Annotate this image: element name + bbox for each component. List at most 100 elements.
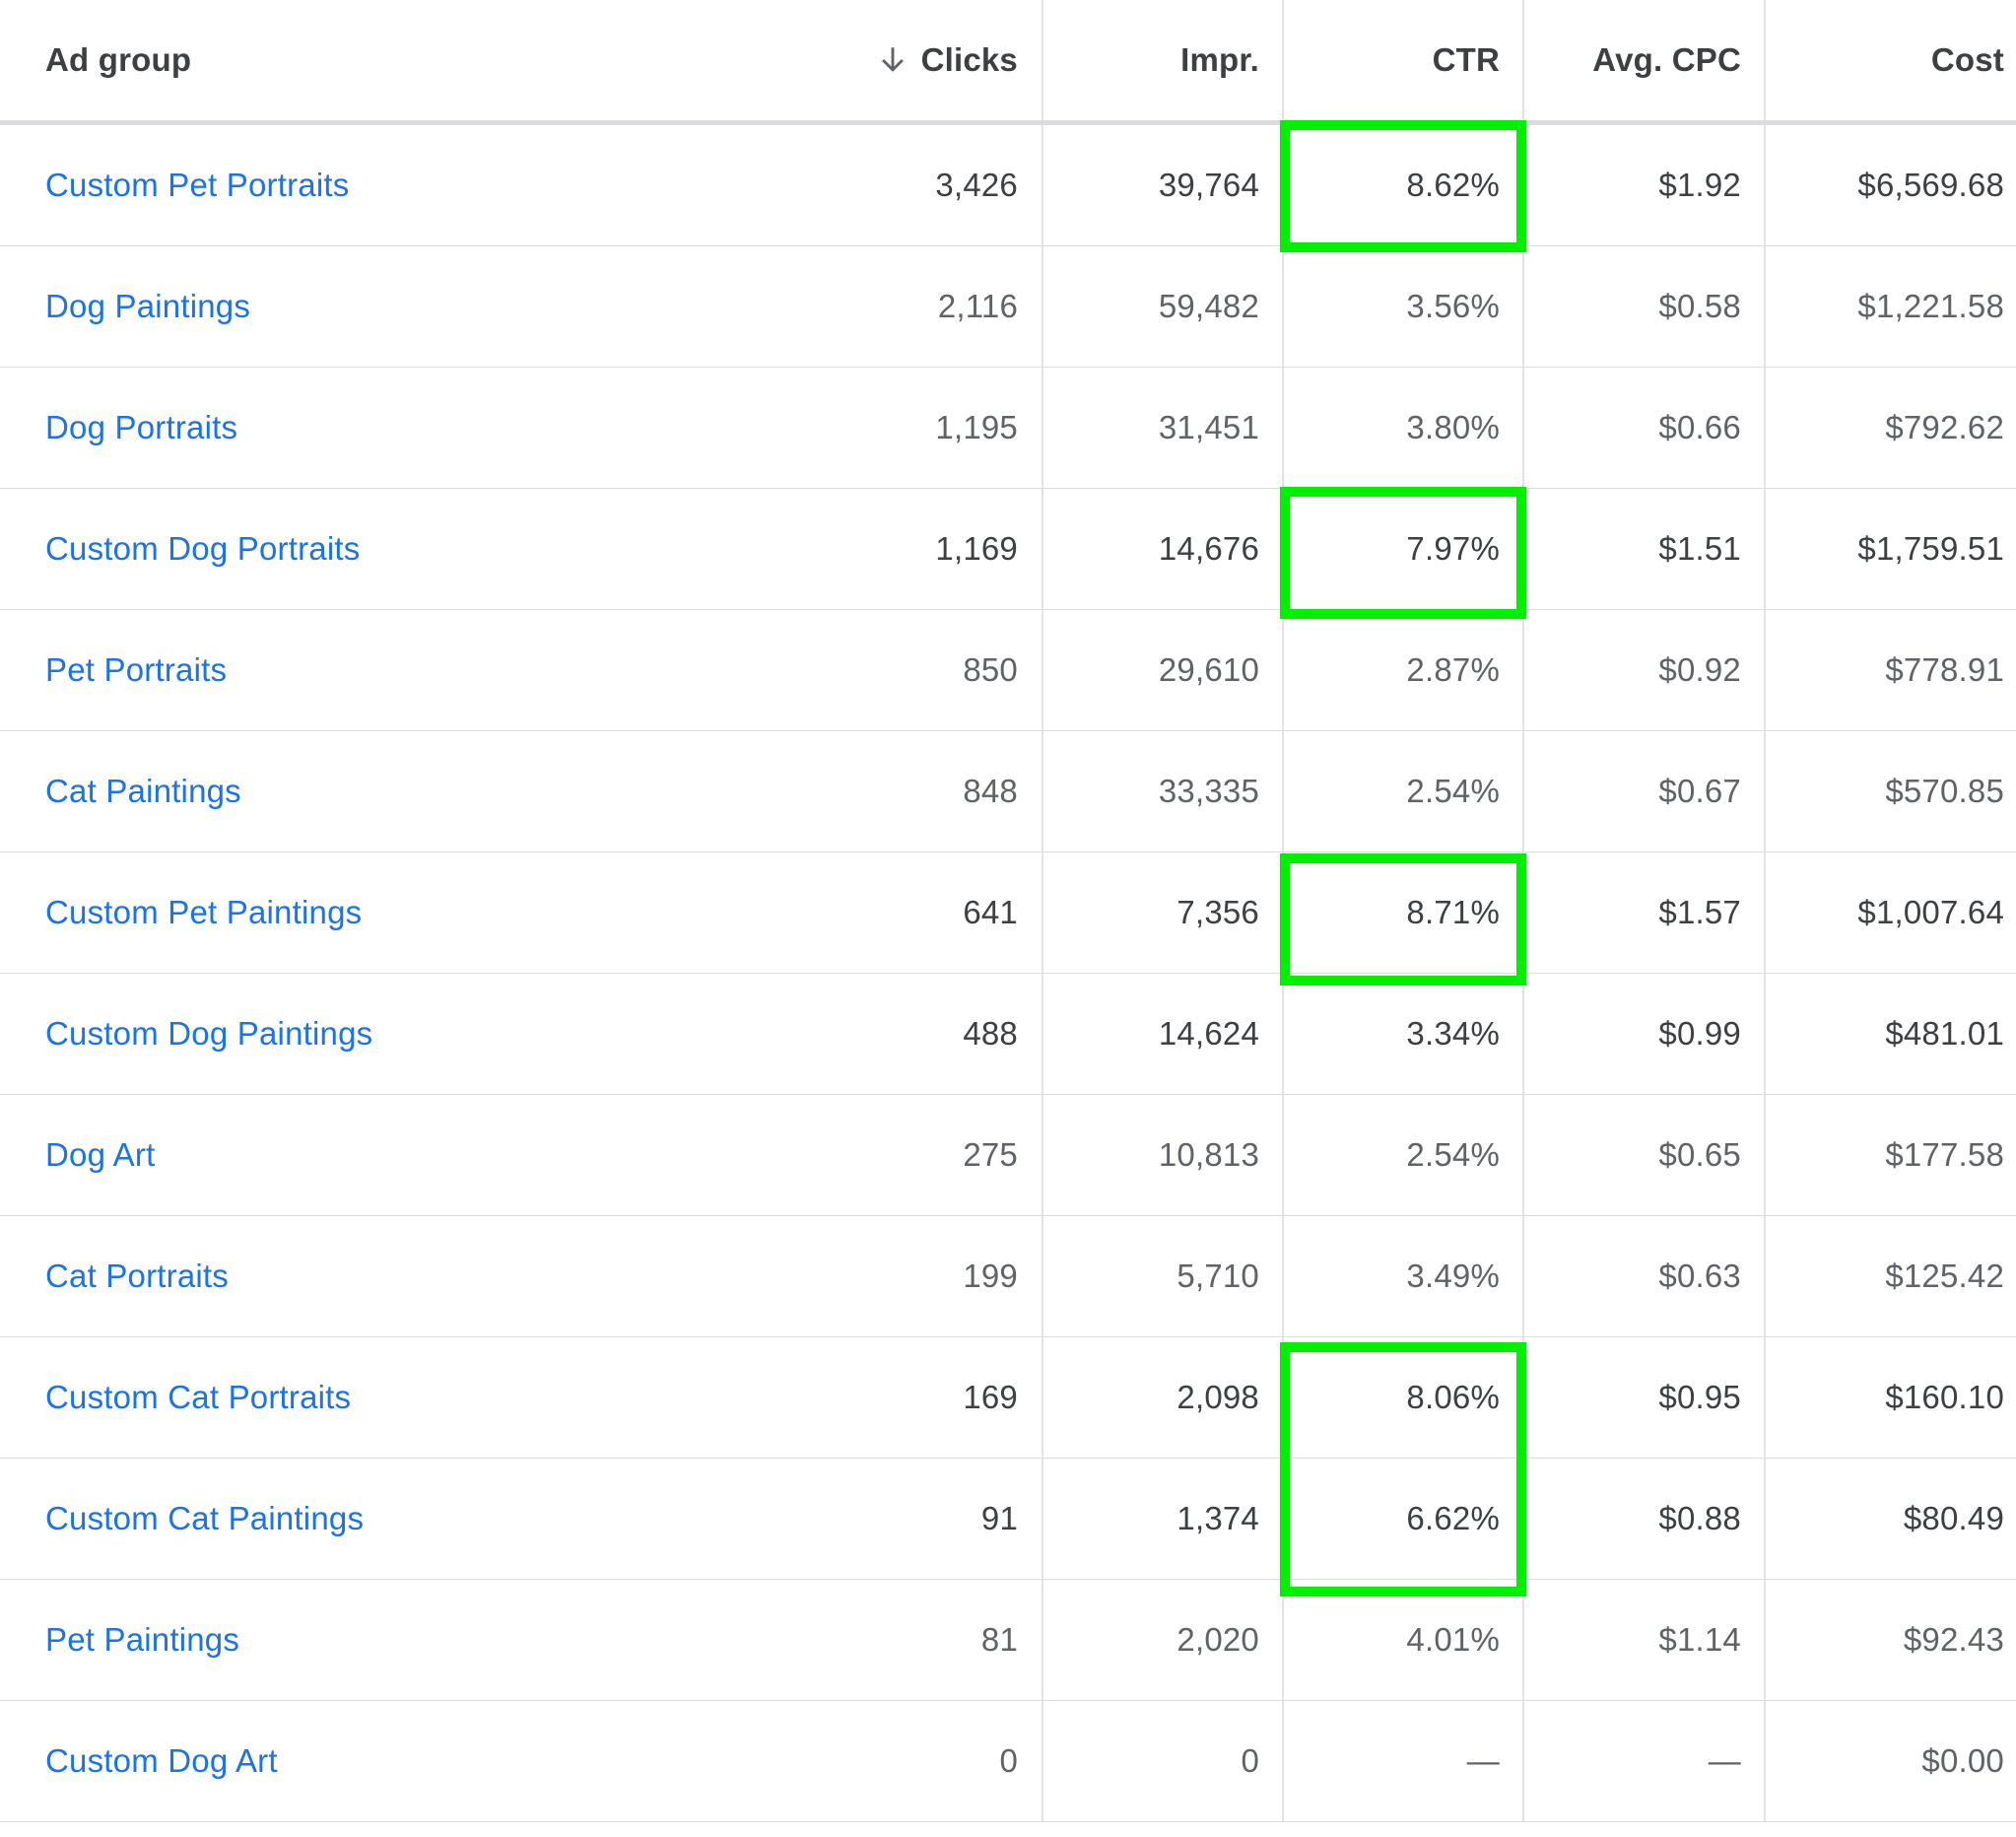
ad-group-cell: Dog Portraits 1,195 <box>0 368 1042 488</box>
column-header-avg-cpc-label: Avg. CPC <box>1592 41 1741 78</box>
column-header-clicks-label: Clicks <box>920 41 1018 78</box>
ad-group-link[interactable]: Cat Paintings <box>45 773 241 810</box>
clicks-value: 488 <box>963 1015 1018 1052</box>
cost-value: $481.01 <box>1885 1015 2004 1052</box>
impr-cell: 14,676 <box>1042 489 1282 609</box>
ctr-cell: 8.62% <box>1282 125 1522 245</box>
ctr-cell: 2.87% <box>1282 610 1522 730</box>
avg-cpc-cell: $0.88 <box>1522 1459 1764 1579</box>
clicks-value: 0 <box>999 1742 1018 1779</box>
clicks-value: 1,169 <box>935 530 1018 567</box>
impr-value: 2,020 <box>1176 1621 1259 1658</box>
impr-value: 33,335 <box>1158 773 1259 809</box>
column-header-impr-label: Impr. <box>1180 41 1259 78</box>
ad-group-link[interactable]: Custom Cat Paintings <box>45 1500 364 1537</box>
ctr-value: 2.54% <box>1406 1136 1500 1173</box>
table-row: Custom Cat Portraits 169 2,098 8.06% $0.… <box>0 1337 2016 1459</box>
table-row: Dog Portraits 1,195 31,451 3.80% $0.66 $… <box>0 368 2016 489</box>
ad-group-link[interactable]: Custom Dog Portraits <box>45 530 360 568</box>
avg-cpc-cell: — <box>1522 1701 1764 1821</box>
arrow-down-icon[interactable] <box>876 43 909 77</box>
clicks-value: 641 <box>963 894 1018 930</box>
impr-cell: 59,482 <box>1042 246 1282 367</box>
clicks-value: 169 <box>963 1379 1018 1415</box>
table-row: Custom Pet Paintings 641 7,356 8.71% $1.… <box>0 852 2016 974</box>
ad-group-cell: Custom Cat Paintings 91 <box>0 1459 1042 1579</box>
cost-cell: $1,221.58 <box>1764 246 2016 367</box>
avg-cpc-cell: $0.66 <box>1522 368 1764 488</box>
ctr-cell: 3.49% <box>1282 1216 1522 1336</box>
impr-cell: 29,610 <box>1042 610 1282 730</box>
column-header-clicks[interactable]: Clicks <box>876 0 1018 120</box>
ad-group-cell: Custom Cat Portraits 169 <box>0 1337 1042 1458</box>
impr-cell: 2,020 <box>1042 1580 1282 1700</box>
column-header-impr[interactable]: Impr. <box>1042 0 1282 120</box>
ctr-value: 8.71% <box>1406 894 1500 930</box>
column-header-ctr[interactable]: CTR <box>1282 0 1522 120</box>
column-header-avg-cpc[interactable]: Avg. CPC <box>1522 0 1764 120</box>
impr-value: 14,624 <box>1158 1015 1259 1052</box>
impr-cell: 10,813 <box>1042 1095 1282 1215</box>
ad-group-link[interactable]: Dog Paintings <box>45 288 250 325</box>
ctr-cell: 3.34% <box>1282 974 1522 1094</box>
cost-cell: $570.85 <box>1764 731 2016 851</box>
column-header-ad-group[interactable]: Ad group Clicks <box>0 0 1042 120</box>
avg-cpc-cell: $0.58 <box>1522 246 1764 367</box>
impr-cell: 14,624 <box>1042 974 1282 1094</box>
ctr-cell: 6.62% <box>1282 1459 1522 1579</box>
avg-cpc-cell: $0.67 <box>1522 731 1764 851</box>
cost-value: $778.91 <box>1885 651 2004 688</box>
ctr-value: 3.56% <box>1406 288 1500 324</box>
ad-group-link[interactable]: Pet Paintings <box>45 1621 239 1659</box>
column-header-cost-label: Cost <box>1930 41 2004 78</box>
clicks-value: 2,116 <box>937 288 1018 324</box>
ad-group-link[interactable]: Custom Cat Portraits <box>45 1379 351 1416</box>
table-row: Custom Pet Portraits 3,426 39,764 8.62% … <box>0 125 2016 246</box>
cost-value: $92.43 <box>1903 1621 2004 1658</box>
ad-group-link[interactable]: Dog Portraits <box>45 409 237 446</box>
ctr-cell: 3.56% <box>1282 246 1522 367</box>
avg-cpc-value: $0.88 <box>1658 1500 1741 1536</box>
impr-cell: 5,710 <box>1042 1216 1282 1336</box>
clicks-value: 1,195 <box>935 409 1018 445</box>
cost-value: $1,007.64 <box>1857 894 2004 930</box>
ad-group-link[interactable]: Cat Portraits <box>45 1258 229 1295</box>
impr-cell: 7,356 <box>1042 852 1282 973</box>
ad-group-link[interactable]: Custom Dog Art <box>45 1742 278 1780</box>
table-row: Pet Portraits 850 29,610 2.87% $0.92 $77… <box>0 610 2016 731</box>
clicks-value: 199 <box>963 1258 1018 1294</box>
avg-cpc-value: $1.51 <box>1658 530 1741 567</box>
ad-group-link[interactable]: Custom Dog Paintings <box>45 1015 372 1053</box>
column-header-ctr-label: CTR <box>1432 41 1500 78</box>
avg-cpc-cell: $0.99 <box>1522 974 1764 1094</box>
ad-group-cell: Dog Paintings 2,116 <box>0 246 1042 367</box>
clicks-value: 850 <box>963 651 1018 688</box>
avg-cpc-value: $1.14 <box>1658 1621 1741 1658</box>
impr-cell: 0 <box>1042 1701 1282 1821</box>
ad-group-link[interactable]: Custom Pet Paintings <box>45 894 362 931</box>
cost-value: $1,759.51 <box>1857 530 2004 567</box>
avg-cpc-value: $0.58 <box>1658 288 1741 324</box>
impr-value: 59,482 <box>1158 288 1259 324</box>
ad-group-link[interactable]: Pet Portraits <box>45 651 227 689</box>
column-header-cost[interactable]: Cost <box>1764 0 2016 120</box>
ctr-cell: 2.54% <box>1282 731 1522 851</box>
clicks-value: 848 <box>963 773 1018 809</box>
clicks-value: 91 <box>980 1500 1018 1536</box>
cost-cell: $778.91 <box>1764 610 2016 730</box>
ctr-cell: — <box>1282 1701 1522 1821</box>
cost-value: $160.10 <box>1885 1379 2004 1415</box>
avg-cpc-cell: $1.92 <box>1522 125 1764 245</box>
ad-group-link[interactable]: Custom Pet Portraits <box>45 167 349 204</box>
ctr-value: 2.54% <box>1406 773 1500 809</box>
impr-value: 7,356 <box>1176 894 1259 930</box>
ctr-value: 8.06% <box>1406 1379 1500 1415</box>
ad-group-link[interactable]: Dog Art <box>45 1136 155 1174</box>
avg-cpc-value: $0.67 <box>1658 773 1741 809</box>
ad-group-cell: Custom Dog Art 0 <box>0 1701 1042 1821</box>
ctr-cell: 3.80% <box>1282 368 1522 488</box>
table-row: Dog Paintings 2,116 59,482 3.56% $0.58 $… <box>0 246 2016 368</box>
ctr-value: 7.97% <box>1406 530 1500 567</box>
impr-cell: 39,764 <box>1042 125 1282 245</box>
ctr-value: 3.80% <box>1406 409 1500 445</box>
